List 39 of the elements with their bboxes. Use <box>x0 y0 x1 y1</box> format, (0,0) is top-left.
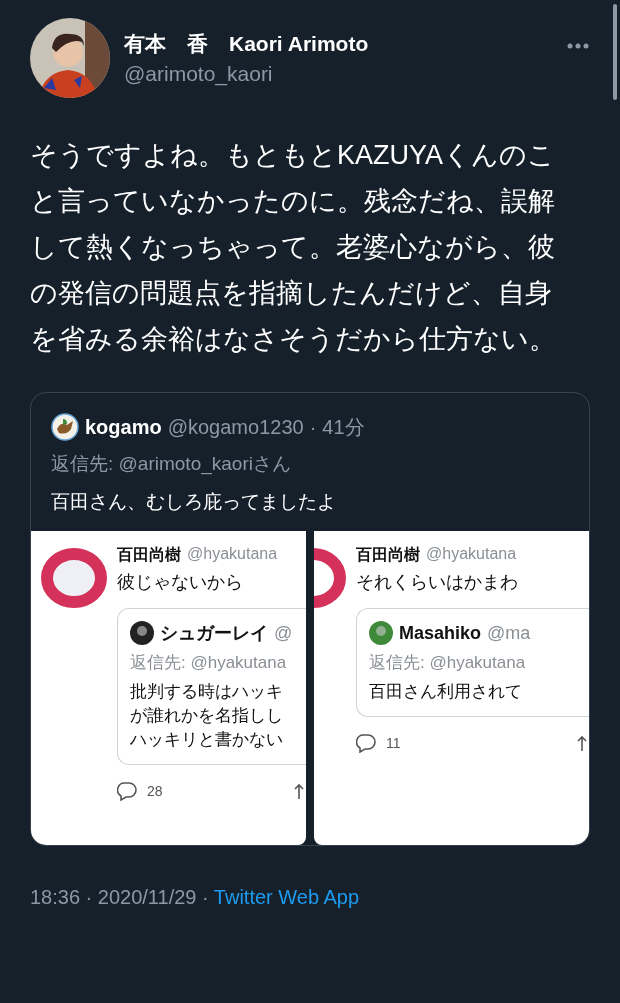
user-handle: @hyakutana <box>187 545 278 564</box>
user-handle: @kogamo1230 <box>167 415 304 439</box>
avatar <box>51 413 79 441</box>
reply-icon <box>356 733 376 753</box>
tweet-timestamp: 18:36 · 2020/11/29 · <box>30 886 210 908</box>
user-name: 百田尚樹 <box>356 545 420 565</box>
tweet-text: 百田さん、むしろ庇ってましたよ <box>50 490 337 514</box>
user-handle: @arimoto_kaori <box>124 62 274 86</box>
avatar <box>41 545 107 611</box>
reply-icon <box>117 781 137 801</box>
reply-count: 11 <box>386 735 401 751</box>
tweet-text: それくらいはかまわ <box>356 571 519 594</box>
tweet-text-line: 批判する時はハッキ <box>130 681 284 703</box>
user-handle: @ <box>274 622 293 644</box>
user-handle: @ma <box>487 622 531 644</box>
tweet-text: 彼じゃないから <box>117 571 244 594</box>
user-name: kogamo <box>85 415 162 439</box>
scroll-bar[interactable] <box>613 4 617 100</box>
separator-dot: · <box>309 415 317 439</box>
reply-to-text: 返信先: @hyakutana <box>369 652 527 674</box>
user-name: シュガーレイ <box>160 622 268 645</box>
user-name: Masahiko <box>399 622 482 644</box>
avatar <box>314 545 346 611</box>
retweet-icon <box>294 782 306 800</box>
tweet-text-line: ハッキリと書かない <box>130 729 284 751</box>
reply-to-text: 返信先: @arimoto_kaoriさん <box>50 452 292 477</box>
user-handle: @hyakutana <box>426 545 517 564</box>
tweet-text-line: が誰れかを名指しし <box>130 705 284 727</box>
user-name: 有本 香 Kaori Arimoto <box>124 31 370 57</box>
tweet-text: そうですよね。もともとKAZUYAくんのこと言っていなかったのに。残念だね、誤解して熱くなっちゃって。老婆心ながら、彼の発信の問題点を指摘したんだけど、自身を省みる余裕はなさそうだから仕方ない。 <box>29 139 557 356</box>
more-icon[interactable] <box>566 42 590 50</box>
quoted-tweet-card[interactable] <box>30 392 590 846</box>
user-name: 百田尚樹 <box>117 545 181 565</box>
retweet-icon <box>577 734 589 752</box>
reply-to-text: 返信先: @hyakutana <box>130 652 288 674</box>
reply-count: 28 <box>147 783 163 799</box>
tweet-text-line: 百田さん利用されて <box>369 681 523 703</box>
tweet-time: 41分 <box>322 414 365 440</box>
source-link[interactable]: Twitter Web App <box>213 886 360 908</box>
